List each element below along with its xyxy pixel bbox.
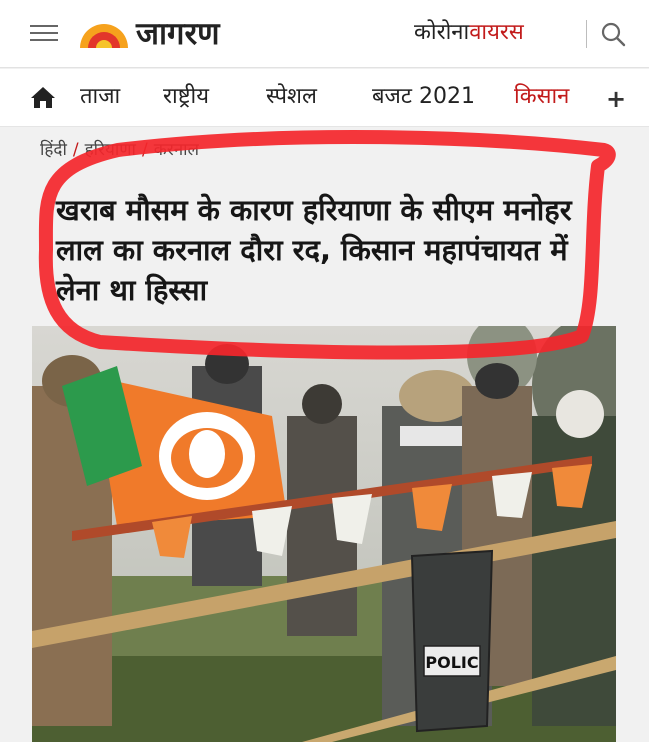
header-divider xyxy=(586,20,587,48)
virus-label: वायरस xyxy=(469,20,524,45)
search-icon[interactable] xyxy=(600,21,626,47)
breadcrumb-separator: / xyxy=(72,140,79,160)
corona-virus-link[interactable]: कोरोनावायरस xyxy=(414,17,524,49)
category-nav: ताजा राष्ट्रीय स्पेशल बजट 2021 किसान + xyxy=(0,69,649,127)
plus-icon[interactable]: + xyxy=(606,85,626,113)
home-icon[interactable] xyxy=(30,85,56,109)
nav-item-taja[interactable]: ताजा xyxy=(80,81,120,113)
nav-item-special[interactable]: स्पेशल xyxy=(266,81,317,113)
logo-text: जागरण xyxy=(136,16,220,52)
breadcrumb: हिंदी / हरियाणा / करनाल xyxy=(40,136,199,164)
breadcrumb-separator: / xyxy=(141,140,148,160)
article-headline: खराब मौसम के कारण हरियाणा के सीएम मनोहर … xyxy=(56,193,572,307)
protest-police-photo: POLIC xyxy=(32,326,616,742)
nav-item-budget[interactable]: बजट 2021 xyxy=(372,81,475,113)
corona-label: कोरोना xyxy=(414,20,470,45)
breadcrumb-item-haryana[interactable]: हरियाणा xyxy=(85,140,136,160)
screenshot: जागरण कोरोनावायरस ताजा राष्ट्रीय स्पेशल … xyxy=(0,0,649,742)
nav-item-kisan[interactable]: किसान xyxy=(514,81,569,113)
shield-label: POLIC xyxy=(425,653,478,672)
sun-logo-icon xyxy=(80,24,128,48)
menu-icon[interactable] xyxy=(30,25,58,43)
site-header: जागरण कोरोनावायरस xyxy=(0,0,649,68)
site-logo[interactable]: जागरण xyxy=(76,14,256,54)
article-photo: POLIC xyxy=(32,326,616,742)
breadcrumb-item-karnal[interactable]: करनाल xyxy=(154,140,199,160)
nav-item-rashtriya[interactable]: राष्ट्रीय xyxy=(163,81,209,113)
breadcrumb-item-hindi[interactable]: हिंदी xyxy=(40,140,67,160)
